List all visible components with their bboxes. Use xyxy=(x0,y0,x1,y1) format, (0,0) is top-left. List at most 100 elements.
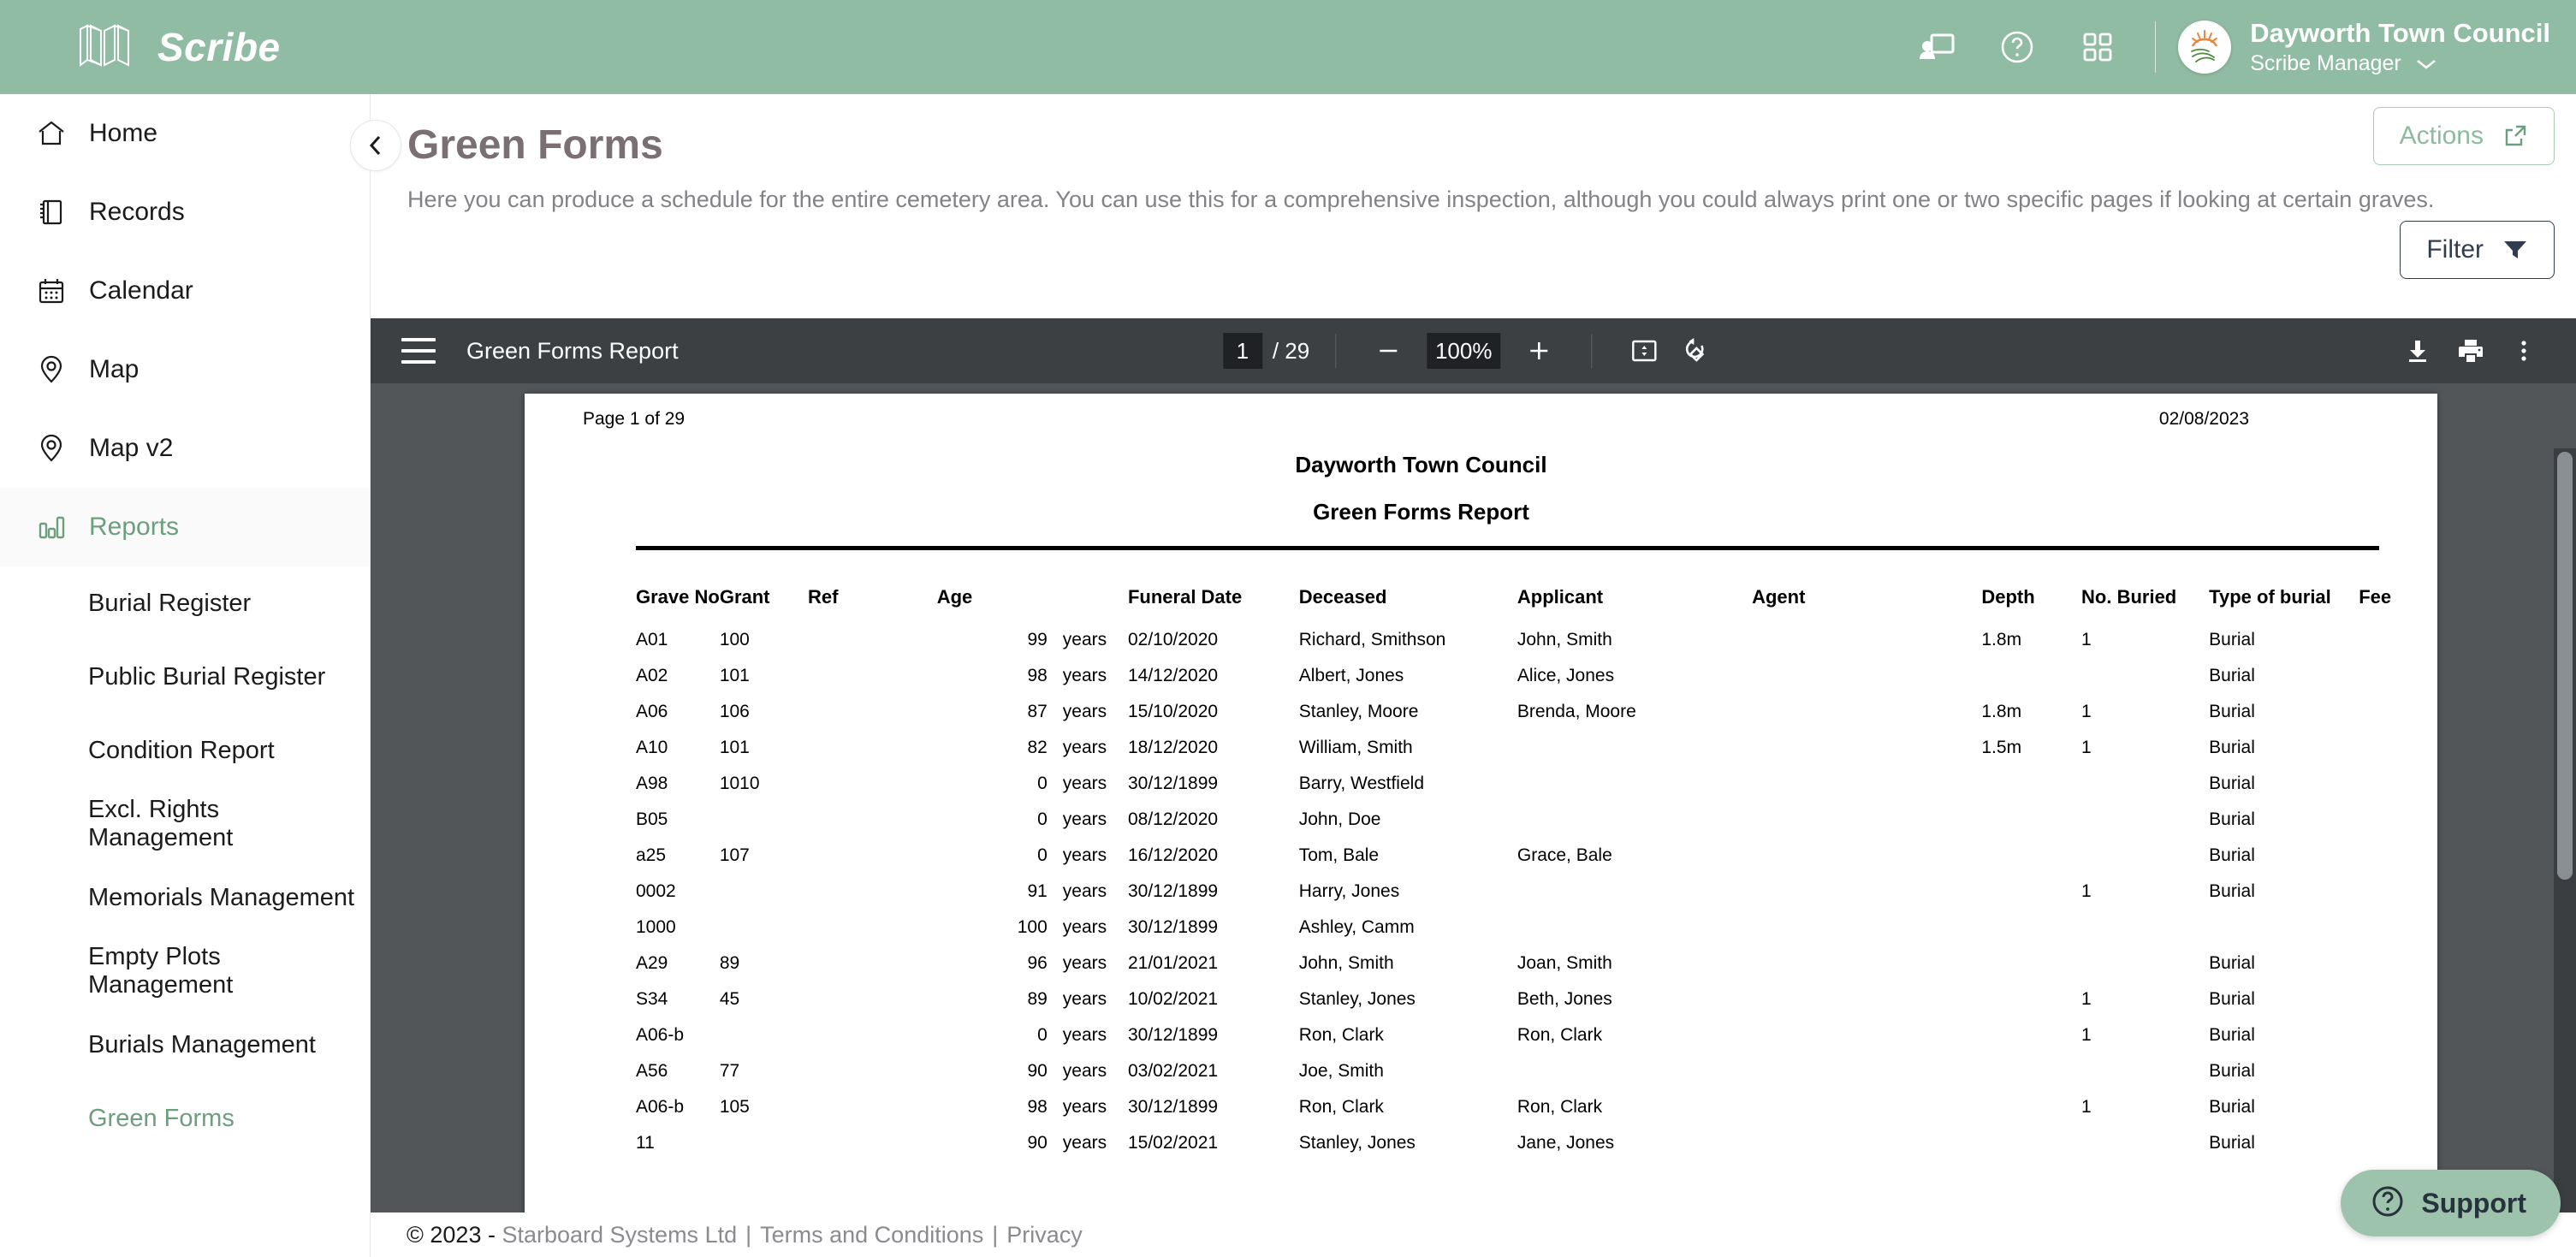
sidebar-subitem-excl-rights-management[interactable]: Excl. Rights Management xyxy=(0,787,370,861)
page-number-input[interactable] xyxy=(1222,333,1262,369)
fee-cell xyxy=(2359,802,2437,838)
sidebar-item-reports[interactable]: Reports xyxy=(0,488,370,566)
no-buried-cell: 1 xyxy=(2081,1025,2092,1045)
help-circle-icon[interactable] xyxy=(1991,21,2044,74)
apps-grid-icon[interactable] xyxy=(2071,21,2124,74)
agent-cell xyxy=(1752,802,1981,838)
plus-icon xyxy=(1530,342,1548,359)
funeral-date-cell: 30/12/1899 xyxy=(1127,881,1219,901)
sidebar-subitem-burial-register[interactable]: Burial Register xyxy=(0,566,370,640)
scrollbar-thumb[interactable] xyxy=(2557,452,2573,880)
grave-no-cell: A10 xyxy=(636,738,668,757)
rotate-button[interactable] xyxy=(1677,331,1717,371)
sidebar-subitem-burials-management[interactable]: Burials Management xyxy=(0,1008,370,1082)
age-unit-cell: years xyxy=(1062,809,1107,829)
sidebar-subitem-condition-report[interactable]: Condition Report xyxy=(0,714,370,787)
applicant-cell: Brenda, Moore xyxy=(1517,702,1636,721)
footer-company-link[interactable]: Starboard Systems Ltd xyxy=(502,1222,737,1248)
col-deceased: Deceased xyxy=(1298,586,1387,608)
no-buried-cell: 1 xyxy=(2081,738,2092,757)
col-depth: Depth xyxy=(1981,586,2035,608)
no-buried-cell: 1 xyxy=(2081,702,2092,721)
age-cell: 91 xyxy=(1027,881,1048,901)
sidebar-subitem-label: Condition Report xyxy=(88,736,275,764)
applicant-cell xyxy=(1517,766,1752,802)
hamburger-menu-icon[interactable] xyxy=(401,338,436,364)
fee-cell xyxy=(2359,1125,2437,1161)
table-row: A29 89 96 years 21/01/2021 John, Smith Joan, S… xyxy=(525,946,2437,981)
fee-cell xyxy=(2359,658,2437,694)
footer-terms-link[interactable]: Terms and Conditions xyxy=(760,1222,983,1248)
table-row: A56 77 90 years 03/02/2021 Joe, Smith Burial xyxy=(525,1053,2437,1089)
depth-cell xyxy=(1981,874,2081,910)
grave-no-cell: A29 xyxy=(636,953,668,973)
age-unit-cell: years xyxy=(1062,917,1107,937)
col-no-buried: No. Buried xyxy=(2081,586,2177,608)
sidebar-item-home[interactable]: Home xyxy=(0,94,370,173)
ref-cell xyxy=(808,981,923,1017)
back-button[interactable] xyxy=(350,120,401,171)
sidebar-item-map-v2[interactable]: Map v2 xyxy=(0,409,370,488)
age-cell: 90 xyxy=(1027,1061,1048,1081)
no-buried-cell xyxy=(2081,802,2209,838)
avatar[interactable] xyxy=(2178,20,2232,74)
sidebar-item-map[interactable]: Map xyxy=(0,330,370,409)
pdf-document-title: Green Forms Report xyxy=(466,337,679,364)
viewer-scrollbar[interactable] xyxy=(2554,448,2576,1213)
zoom-out-button[interactable] xyxy=(1368,331,1408,371)
age-cell: 82 xyxy=(1027,738,1048,757)
support-widget-button[interactable]: Support xyxy=(2341,1170,2561,1236)
funeral-date-cell: 18/12/2020 xyxy=(1127,738,1219,757)
funeral-date-cell: 30/12/1899 xyxy=(1127,917,1219,937)
type-of-burial-cell: Burial xyxy=(2209,881,2255,901)
applicant-cell: Alice, Jones xyxy=(1517,666,1615,685)
chevron-down-icon[interactable] xyxy=(2415,57,2437,71)
agent-cell xyxy=(1752,1053,1981,1089)
fee-cell xyxy=(2359,694,2437,730)
sidebar-item-calendar[interactable]: Calendar xyxy=(0,252,370,330)
pdf-viewer: Green Forms Report / 29 100% xyxy=(371,318,2576,1213)
bar-chart-icon xyxy=(36,512,75,543)
grant-cell xyxy=(720,1125,808,1161)
no-buried-cell xyxy=(2081,910,2209,946)
deceased-cell: Harry, Jones xyxy=(1298,881,1400,901)
sidebar-subitem-public-burial-register[interactable]: Public Burial Register xyxy=(0,640,370,714)
ref-cell xyxy=(808,1017,923,1053)
zoom-in-button[interactable] xyxy=(1519,331,1558,371)
app-root: Scribe Dayworth Town Council Scribe Mana… xyxy=(0,0,2576,1257)
table-row: 0002 91 years 30/12/1899 Harry, Jones 1 Burial xyxy=(525,874,2437,910)
download-icon xyxy=(2409,341,2426,362)
download-button[interactable] xyxy=(2398,331,2437,371)
sidebar-subitem-green-forms[interactable]: Green Forms xyxy=(0,1082,370,1155)
footer-separator: | xyxy=(992,1221,999,1248)
document-page-label: Page 1 of 29 xyxy=(583,409,686,429)
footer-privacy-link[interactable]: Privacy xyxy=(1006,1222,1083,1248)
filter-button[interactable]: Filter xyxy=(2400,221,2555,279)
ref-cell xyxy=(808,658,923,694)
sidebar-subitem-memorials-management[interactable]: Memorials Management xyxy=(0,861,370,934)
no-buried-cell xyxy=(2081,766,2209,802)
applicant-cell: Beth, Jones xyxy=(1517,989,1612,1009)
no-buried-cell xyxy=(2081,1053,2209,1089)
agent-cell xyxy=(1752,730,1981,766)
calendar-icon xyxy=(36,276,75,306)
fit-to-page-button[interactable] xyxy=(1624,331,1664,371)
sidebar-subitem-empty-plots-management[interactable]: Empty Plots Management xyxy=(0,934,370,1008)
user-menu[interactable]: Dayworth Town Council Scribe Manager xyxy=(2250,18,2550,77)
rotate-counterclockwise-icon xyxy=(1685,338,1705,362)
actions-button[interactable]: Actions xyxy=(2372,107,2555,165)
print-button[interactable] xyxy=(2451,331,2490,371)
grave-no-cell: 0002 xyxy=(636,881,676,901)
zoom-level-display[interactable]: 100% xyxy=(1427,333,1501,369)
screen-share-icon[interactable] xyxy=(1910,21,1963,74)
table-row: a25 107 0 years 16/12/2020 Tom, Bale Grace, Ba… xyxy=(525,838,2437,874)
more-options-button[interactable] xyxy=(2504,331,2543,371)
brand-logo-link[interactable]: Scribe xyxy=(75,21,281,74)
age-unit-cell: years xyxy=(1062,630,1107,649)
pdf-scroll-area[interactable]: Page 1 of 29 02/08/2023 Dayworth Town Co… xyxy=(371,383,2576,1213)
sidebar-item-records[interactable]: Records xyxy=(0,173,370,252)
ref-cell xyxy=(808,1089,923,1125)
user-role-row: Scribe Manager xyxy=(2250,51,2550,76)
table-header-row: Grave No Grant Ref Age Funeral Date Dece… xyxy=(525,586,2437,622)
type-of-burial-cell: Burial xyxy=(2209,1061,2255,1081)
